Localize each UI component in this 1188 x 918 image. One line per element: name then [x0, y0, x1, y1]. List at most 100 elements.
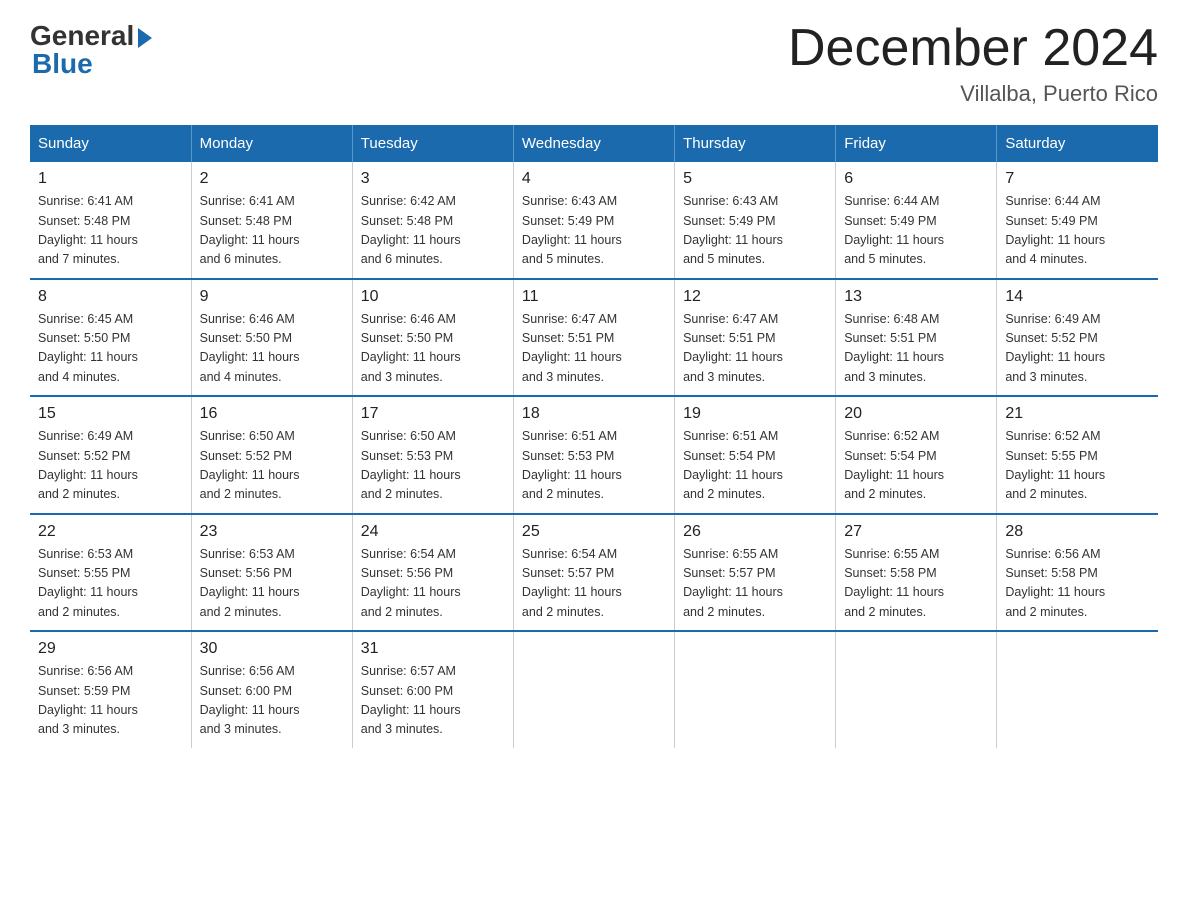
day-info: Sunrise: 6:44 AM Sunset: 5:49 PM Dayligh…	[844, 192, 988, 270]
calendar-cell: 12 Sunrise: 6:47 AM Sunset: 5:51 PM Dayl…	[675, 279, 836, 397]
day-number: 18	[522, 405, 666, 423]
calendar-cell: 8 Sunrise: 6:45 AM Sunset: 5:50 PM Dayli…	[30, 279, 191, 397]
day-number: 20	[844, 405, 988, 423]
day-number: 3	[361, 170, 505, 188]
day-info: Sunrise: 6:56 AM Sunset: 5:58 PM Dayligh…	[1005, 545, 1150, 623]
day-info: Sunrise: 6:55 AM Sunset: 5:57 PM Dayligh…	[683, 545, 827, 623]
calendar-header-tuesday: Tuesday	[352, 125, 513, 162]
day-info: Sunrise: 6:52 AM Sunset: 5:55 PM Dayligh…	[1005, 427, 1150, 505]
day-number: 24	[361, 523, 505, 541]
title-area: December 2024 Villalba, Puerto Rico	[788, 20, 1158, 107]
calendar-table: SundayMondayTuesdayWednesdayThursdayFrid…	[30, 125, 1158, 748]
day-number: 31	[361, 640, 505, 658]
day-info: Sunrise: 6:41 AM Sunset: 5:48 PM Dayligh…	[200, 192, 344, 270]
calendar-header-thursday: Thursday	[675, 125, 836, 162]
logo: General Blue	[30, 20, 152, 80]
calendar-cell: 26 Sunrise: 6:55 AM Sunset: 5:57 PM Dayl…	[675, 514, 836, 632]
day-number: 19	[683, 405, 827, 423]
day-number: 13	[844, 288, 988, 306]
day-number: 21	[1005, 405, 1150, 423]
calendar-cell: 30 Sunrise: 6:56 AM Sunset: 6:00 PM Dayl…	[191, 631, 352, 748]
day-info: Sunrise: 6:56 AM Sunset: 5:59 PM Dayligh…	[38, 662, 183, 740]
day-number: 29	[38, 640, 183, 658]
day-number: 6	[844, 170, 988, 188]
day-number: 1	[38, 170, 183, 188]
day-info: Sunrise: 6:52 AM Sunset: 5:54 PM Dayligh…	[844, 427, 988, 505]
day-info: Sunrise: 6:44 AM Sunset: 5:49 PM Dayligh…	[1005, 192, 1150, 270]
calendar-header-sunday: Sunday	[30, 125, 191, 162]
day-info: Sunrise: 6:45 AM Sunset: 5:50 PM Dayligh…	[38, 310, 183, 388]
day-info: Sunrise: 6:57 AM Sunset: 6:00 PM Dayligh…	[361, 662, 505, 740]
day-info: Sunrise: 6:43 AM Sunset: 5:49 PM Dayligh…	[522, 192, 666, 270]
calendar-cell: 31 Sunrise: 6:57 AM Sunset: 6:00 PM Dayl…	[352, 631, 513, 748]
day-number: 26	[683, 523, 827, 541]
calendar-cell: 14 Sunrise: 6:49 AM Sunset: 5:52 PM Dayl…	[997, 279, 1158, 397]
calendar-cell: 28 Sunrise: 6:56 AM Sunset: 5:58 PM Dayl…	[997, 514, 1158, 632]
calendar-cell: 22 Sunrise: 6:53 AM Sunset: 5:55 PM Dayl…	[30, 514, 191, 632]
day-number: 25	[522, 523, 666, 541]
calendar-header-friday: Friday	[836, 125, 997, 162]
calendar-cell: 5 Sunrise: 6:43 AM Sunset: 5:49 PM Dayli…	[675, 162, 836, 279]
day-info: Sunrise: 6:51 AM Sunset: 5:53 PM Dayligh…	[522, 427, 666, 505]
day-number: 5	[683, 170, 827, 188]
day-info: Sunrise: 6:49 AM Sunset: 5:52 PM Dayligh…	[38, 427, 183, 505]
calendar-cell: 13 Sunrise: 6:48 AM Sunset: 5:51 PM Dayl…	[836, 279, 997, 397]
calendar-week-row: 15 Sunrise: 6:49 AM Sunset: 5:52 PM Dayl…	[30, 396, 1158, 514]
day-number: 14	[1005, 288, 1150, 306]
day-number: 16	[200, 405, 344, 423]
day-info: Sunrise: 6:51 AM Sunset: 5:54 PM Dayligh…	[683, 427, 827, 505]
day-number: 7	[1005, 170, 1150, 188]
day-number: 12	[683, 288, 827, 306]
day-info: Sunrise: 6:46 AM Sunset: 5:50 PM Dayligh…	[200, 310, 344, 388]
day-number: 11	[522, 288, 666, 306]
calendar-cell	[675, 631, 836, 748]
day-number: 23	[200, 523, 344, 541]
calendar-cell: 9 Sunrise: 6:46 AM Sunset: 5:50 PM Dayli…	[191, 279, 352, 397]
calendar-cell: 3 Sunrise: 6:42 AM Sunset: 5:48 PM Dayli…	[352, 162, 513, 279]
day-info: Sunrise: 6:53 AM Sunset: 5:56 PM Dayligh…	[200, 545, 344, 623]
day-number: 28	[1005, 523, 1150, 541]
calendar-cell: 23 Sunrise: 6:53 AM Sunset: 5:56 PM Dayl…	[191, 514, 352, 632]
day-info: Sunrise: 6:54 AM Sunset: 5:56 PM Dayligh…	[361, 545, 505, 623]
calendar-cell: 15 Sunrise: 6:49 AM Sunset: 5:52 PM Dayl…	[30, 396, 191, 514]
calendar-cell: 18 Sunrise: 6:51 AM Sunset: 5:53 PM Dayl…	[513, 396, 674, 514]
calendar-cell: 1 Sunrise: 6:41 AM Sunset: 5:48 PM Dayli…	[30, 162, 191, 279]
day-info: Sunrise: 6:47 AM Sunset: 5:51 PM Dayligh…	[683, 310, 827, 388]
day-number: 2	[200, 170, 344, 188]
page-header: General Blue December 2024 Villalba, Pue…	[30, 20, 1158, 107]
day-number: 15	[38, 405, 183, 423]
day-number: 9	[200, 288, 344, 306]
day-info: Sunrise: 6:54 AM Sunset: 5:57 PM Dayligh…	[522, 545, 666, 623]
calendar-cell: 16 Sunrise: 6:50 AM Sunset: 5:52 PM Dayl…	[191, 396, 352, 514]
day-info: Sunrise: 6:53 AM Sunset: 5:55 PM Dayligh…	[38, 545, 183, 623]
day-number: 10	[361, 288, 505, 306]
calendar-cell: 20 Sunrise: 6:52 AM Sunset: 5:54 PM Dayl…	[836, 396, 997, 514]
calendar-cell: 11 Sunrise: 6:47 AM Sunset: 5:51 PM Dayl…	[513, 279, 674, 397]
calendar-cell: 25 Sunrise: 6:54 AM Sunset: 5:57 PM Dayl…	[513, 514, 674, 632]
day-number: 8	[38, 288, 183, 306]
calendar-header-monday: Monday	[191, 125, 352, 162]
header-row: SundayMondayTuesdayWednesdayThursdayFrid…	[30, 125, 1158, 162]
calendar-cell: 19 Sunrise: 6:51 AM Sunset: 5:54 PM Dayl…	[675, 396, 836, 514]
calendar-cell: 7 Sunrise: 6:44 AM Sunset: 5:49 PM Dayli…	[997, 162, 1158, 279]
calendar-cell: 4 Sunrise: 6:43 AM Sunset: 5:49 PM Dayli…	[513, 162, 674, 279]
logo-arrow-icon	[138, 28, 152, 48]
calendar-cell: 24 Sunrise: 6:54 AM Sunset: 5:56 PM Dayl…	[352, 514, 513, 632]
logo-blue-text: Blue	[32, 48, 93, 80]
calendar-cell	[513, 631, 674, 748]
calendar-cell: 17 Sunrise: 6:50 AM Sunset: 5:53 PM Dayl…	[352, 396, 513, 514]
page-subtitle: Villalba, Puerto Rico	[788, 81, 1158, 107]
day-number: 30	[200, 640, 344, 658]
day-info: Sunrise: 6:46 AM Sunset: 5:50 PM Dayligh…	[361, 310, 505, 388]
day-number: 27	[844, 523, 988, 541]
calendar-cell: 2 Sunrise: 6:41 AM Sunset: 5:48 PM Dayli…	[191, 162, 352, 279]
calendar-week-row: 8 Sunrise: 6:45 AM Sunset: 5:50 PM Dayli…	[30, 279, 1158, 397]
calendar-cell: 27 Sunrise: 6:55 AM Sunset: 5:58 PM Dayl…	[836, 514, 997, 632]
calendar-header-saturday: Saturday	[997, 125, 1158, 162]
page-title: December 2024	[788, 20, 1158, 77]
day-info: Sunrise: 6:55 AM Sunset: 5:58 PM Dayligh…	[844, 545, 988, 623]
day-info: Sunrise: 6:50 AM Sunset: 5:52 PM Dayligh…	[200, 427, 344, 505]
calendar-week-row: 29 Sunrise: 6:56 AM Sunset: 5:59 PM Dayl…	[30, 631, 1158, 748]
day-info: Sunrise: 6:41 AM Sunset: 5:48 PM Dayligh…	[38, 192, 183, 270]
calendar-cell: 6 Sunrise: 6:44 AM Sunset: 5:49 PM Dayli…	[836, 162, 997, 279]
